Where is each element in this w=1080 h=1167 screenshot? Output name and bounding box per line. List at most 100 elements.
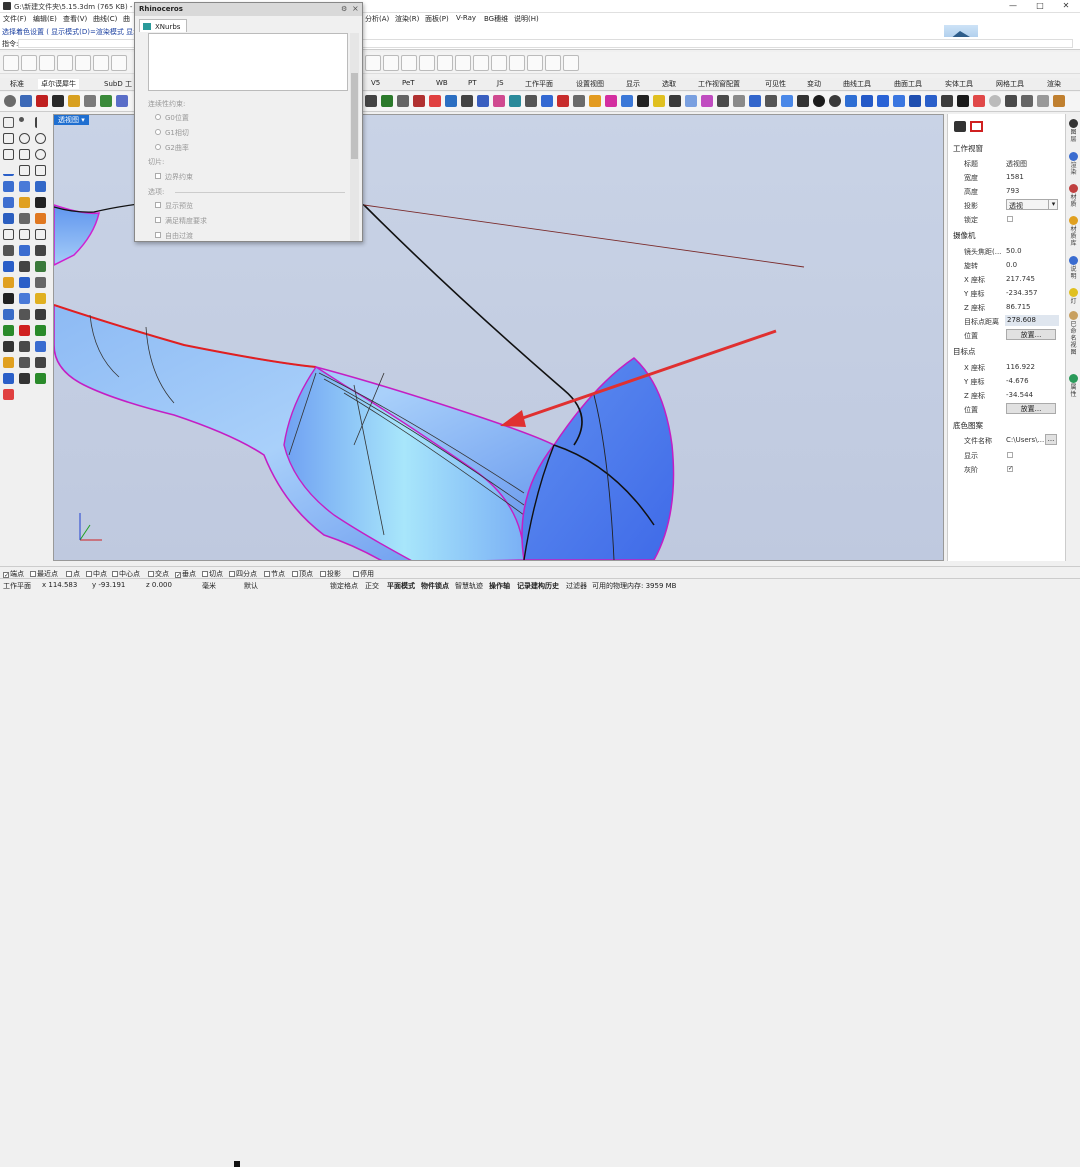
dialog-title-bar[interactable]: Rhinoceros ⚙ ×	[135, 3, 362, 16]
rotate-view-button[interactable]	[383, 55, 399, 71]
curve-icon[interactable]	[3, 165, 14, 176]
save-icon[interactable]	[35, 357, 46, 368]
ground-plane-icon[interactable]	[1037, 95, 1049, 107]
undo-view-button[interactable]	[455, 55, 471, 71]
split-tool-icon[interactable]	[589, 95, 601, 107]
loft-surface-icon[interactable]	[35, 181, 46, 192]
loft-tool-icon[interactable]	[509, 95, 521, 107]
set-view-button[interactable]	[473, 55, 489, 71]
tab-visibility[interactable]: 可见性	[765, 79, 786, 89]
tab-pt[interactable]: PT	[468, 79, 477, 87]
patch-tool-icon[interactable]	[685, 95, 697, 107]
unlock-icon[interactable]	[19, 341, 30, 352]
properties-button[interactable]	[527, 55, 543, 71]
osnap-center-checkbox[interactable]	[112, 571, 118, 577]
solid-box-icon[interactable]	[3, 197, 14, 208]
side-tab-layers[interactable]: 图层	[1068, 129, 1079, 143]
bounding-box-icon[interactable]	[797, 95, 809, 107]
camera-x-value[interactable]: 217.745	[1006, 275, 1035, 283]
grid-tool-icon[interactable]	[461, 95, 473, 107]
curvature-tool-icon[interactable]	[749, 95, 761, 107]
osnap-mid-checkbox[interactable]	[86, 571, 92, 577]
osnap-disable-checkbox[interactable]	[353, 571, 359, 577]
tab-viewport-layout[interactable]: 工作视窗配置	[698, 79, 740, 89]
menu-file[interactable]: 文件(F)	[3, 14, 27, 24]
minimize-button[interactable]: —	[1000, 0, 1026, 13]
mesh-icon[interactable]	[3, 213, 14, 224]
dimension-icon[interactable]	[3, 261, 14, 272]
rebuild-tool-icon[interactable]	[637, 95, 649, 107]
dialog-scroll-thumb[interactable]	[351, 73, 358, 159]
sphere-tool-icon[interactable]	[20, 95, 32, 107]
target-distance-field[interactable]: 278.608	[1005, 315, 1059, 326]
lens-value[interactable]: 50.0	[1006, 247, 1022, 255]
snapshot-icon[interactable]	[925, 95, 937, 107]
fillet-tool-icon[interactable]	[557, 95, 569, 107]
tab-v5[interactable]: V5	[371, 79, 380, 87]
tab-curve-tools[interactable]: 曲线工具	[843, 79, 871, 89]
zoom-extents-button[interactable]	[419, 55, 435, 71]
array-icon[interactable]	[3, 277, 14, 288]
tab-mesh-tools[interactable]: 网格工具	[996, 79, 1024, 89]
close-button[interactable]: ✕	[1053, 0, 1079, 13]
tab-js[interactable]: JS	[497, 79, 504, 87]
target-place-button[interactable]: 放置...	[1006, 403, 1056, 414]
scale-icon[interactable]	[35, 277, 46, 288]
globe-icon[interactable]	[35, 373, 46, 384]
osnap-point-checkbox[interactable]	[66, 571, 72, 577]
dialog-pin-icon[interactable]: ⚙	[341, 5, 347, 13]
viewport-frame-icon[interactable]	[970, 121, 983, 132]
sweep-tool-icon[interactable]	[525, 95, 537, 107]
print-tool-icon[interactable]	[957, 95, 969, 107]
camera-y-value[interactable]: -234.357	[1006, 289, 1037, 297]
move-icon[interactable]	[3, 229, 14, 240]
zoom-button[interactable]	[401, 55, 417, 71]
tab-render-tools[interactable]: 渲染	[1047, 79, 1061, 89]
draft-tool-icon[interactable]	[765, 95, 777, 107]
color-tool-icon[interactable]	[973, 95, 985, 107]
trim-icon[interactable]	[3, 245, 14, 256]
side-tab-material-library[interactable]: 材质库	[1068, 226, 1079, 247]
point-icon[interactable]	[19, 117, 24, 122]
curve-list-box[interactable]	[148, 33, 348, 91]
split-icon[interactable]	[19, 245, 30, 256]
new-file-button[interactable]	[3, 55, 19, 71]
tab-select[interactable]: 选取	[662, 79, 676, 89]
menu-render[interactable]: 渲染(R)	[395, 14, 419, 24]
network-tool-icon[interactable]	[541, 95, 553, 107]
maximize-button[interactable]: □	[1027, 0, 1053, 13]
symmetry-tool-icon[interactable]	[781, 95, 793, 107]
offset-curve-icon[interactable]	[35, 165, 46, 176]
offset-tool-icon[interactable]	[669, 95, 681, 107]
viewport-tool-icon[interactable]	[861, 95, 873, 107]
flow-icon[interactable]	[19, 309, 30, 320]
side-tab-lights[interactable]: 灯	[1068, 298, 1079, 305]
preview-checkbox[interactable]	[155, 202, 161, 208]
side-tab-properties[interactable]: 属性	[1068, 384, 1079, 398]
curve-tool-icon[interactable]	[413, 95, 425, 107]
rotate-icon[interactable]	[35, 229, 46, 240]
osnap-knot-checkbox[interactable]	[264, 571, 270, 577]
menu-edit[interactable]: 编辑(E)	[33, 14, 57, 24]
camera-icon[interactable]	[954, 121, 966, 132]
dialog-tab-xnurbs[interactable]: XNurbs	[139, 19, 187, 32]
camera-z-value[interactable]: 86.715	[1006, 303, 1031, 311]
gear-shade-icon[interactable]	[829, 95, 841, 107]
copy-icon[interactable]	[19, 229, 30, 240]
sweep-surface-icon[interactable]	[19, 197, 30, 208]
dimension-tool-icon[interactable]	[397, 95, 409, 107]
tab-display[interactable]: 显示	[626, 79, 640, 89]
side-tab-help[interactable]: 说明	[1068, 266, 1079, 280]
check-icon[interactable]	[3, 293, 14, 304]
block-icon[interactable]	[35, 341, 46, 352]
tab-surface-tools[interactable]: 曲面工具	[894, 79, 922, 89]
light-tool-icon[interactable]	[100, 95, 112, 107]
point-tool-icon[interactable]	[429, 95, 441, 107]
sphere-shade-icon[interactable]	[813, 95, 825, 107]
ellipse-icon[interactable]	[35, 149, 46, 160]
cplane-tool-icon[interactable]	[877, 95, 889, 107]
circle-tool-icon[interactable]	[4, 95, 16, 107]
box-tool-icon[interactable]	[36, 95, 48, 107]
join-tool-icon[interactable]	[605, 95, 617, 107]
analyze-tool-icon[interactable]	[381, 95, 393, 107]
